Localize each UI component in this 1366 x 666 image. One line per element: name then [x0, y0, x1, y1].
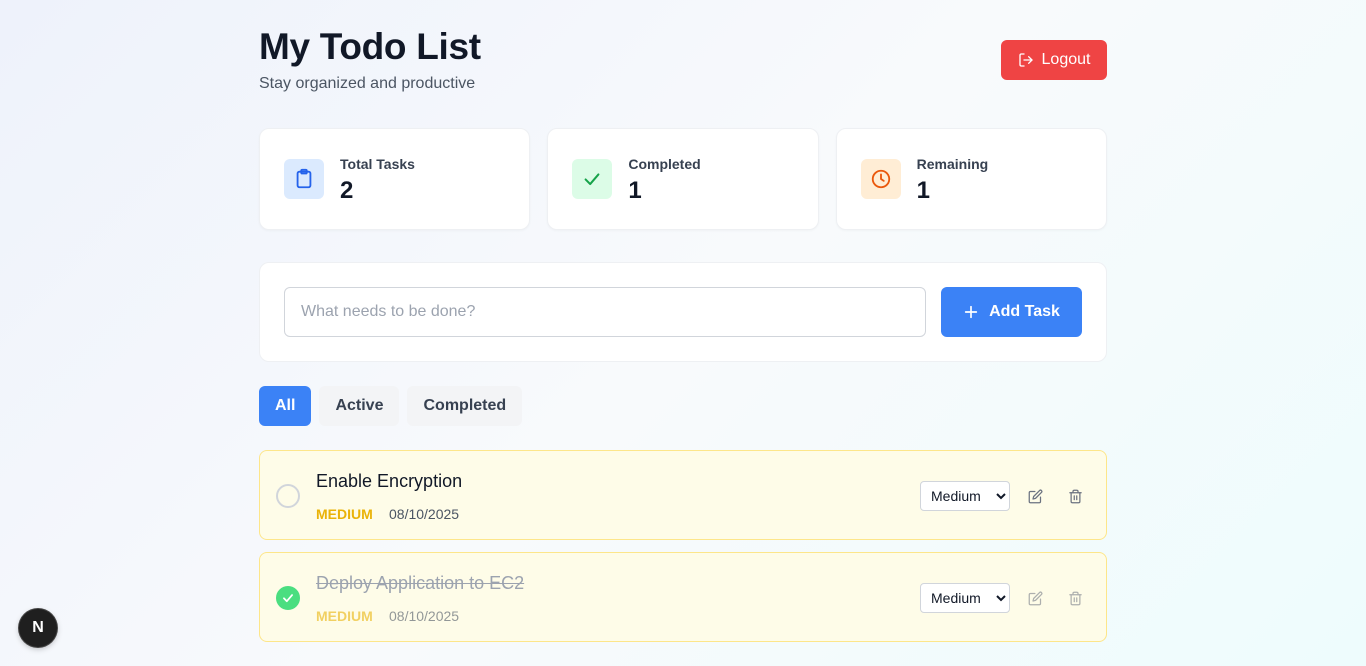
clock-icon: [860, 159, 901, 199]
app-container: My Todo List Stay organized and producti…: [259, 0, 1107, 642]
trash-icon: [1068, 591, 1082, 605]
stat-label: Total Tasks: [340, 156, 415, 172]
filter-tabs: All Active Completed: [259, 386, 523, 426]
check-icon: [283, 594, 293, 603]
priority-select[interactable]: Low Medium High: [920, 583, 1010, 613]
todo-title: Deploy Application to EC2: [316, 573, 525, 593]
add-task-label: Add Task: [989, 303, 1060, 320]
logout-icon: [1018, 53, 1033, 67]
stat-card-remaining: Remaining 1: [835, 128, 1107, 230]
stat-value: 1: [916, 177, 931, 204]
todo-priority-badge: MEDIUM: [316, 506, 373, 522]
todo-item: Deploy Application to EC2 MEDIUM 08/10/2…: [259, 552, 1107, 642]
stat-value: 2: [340, 177, 354, 204]
stat-card-total: Total Tasks 2: [259, 128, 531, 230]
add-task-button[interactable]: Add Task: [941, 287, 1082, 337]
todo-checkbox[interactable]: [276, 586, 300, 610]
check-icon: [572, 159, 613, 199]
priority-select[interactable]: Low Medium High: [920, 481, 1010, 511]
todo-item: Enable Encryption MEDIUM 08/10/2025 Low …: [259, 450, 1107, 540]
stats-row: Total Tasks 2 Completed 1 Remaining 1: [259, 128, 1107, 230]
stat-label: Remaining: [916, 156, 989, 172]
todo-priority-badge: MEDIUM: [316, 608, 373, 624]
stat-card-completed: Completed 1: [547, 128, 819, 230]
todo-date: 08/10/2025: [389, 506, 460, 522]
filter-completed-button[interactable]: Completed: [407, 386, 523, 426]
edit-button[interactable]: [1025, 588, 1045, 608]
task-input[interactable]: [284, 287, 926, 337]
todo-checkbox[interactable]: [276, 484, 300, 508]
todo-date: 08/10/2025: [389, 608, 460, 624]
edit-button[interactable]: [1025, 486, 1045, 506]
filter-all-button[interactable]: All: [259, 386, 312, 426]
stat-value: 1: [628, 177, 642, 204]
page-title: My Todo List: [259, 26, 481, 67]
delete-button[interactable]: [1065, 486, 1085, 506]
logout-label: Logout: [1041, 51, 1091, 68]
edit-icon: [1028, 591, 1042, 605]
edit-icon: [1028, 489, 1042, 503]
page-header: My Todo List Stay organized and producti…: [259, 0, 1107, 128]
stat-label: Completed: [628, 156, 701, 172]
dev-tools-badge[interactable]: N: [19, 609, 57, 647]
logout-button[interactable]: Logout: [1001, 40, 1107, 80]
plus-icon: [964, 305, 978, 319]
todo-title: Enable Encryption: [316, 471, 463, 491]
add-task-card: Add Task: [259, 262, 1107, 362]
filter-active-button[interactable]: Active: [319, 386, 400, 426]
todo-list: Enable Encryption MEDIUM 08/10/2025 Low …: [259, 450, 1107, 654]
delete-button[interactable]: [1065, 588, 1085, 608]
page-subtitle: Stay organized and productive: [259, 75, 476, 92]
clipboard-icon: [284, 159, 324, 199]
trash-icon: [1068, 489, 1082, 503]
